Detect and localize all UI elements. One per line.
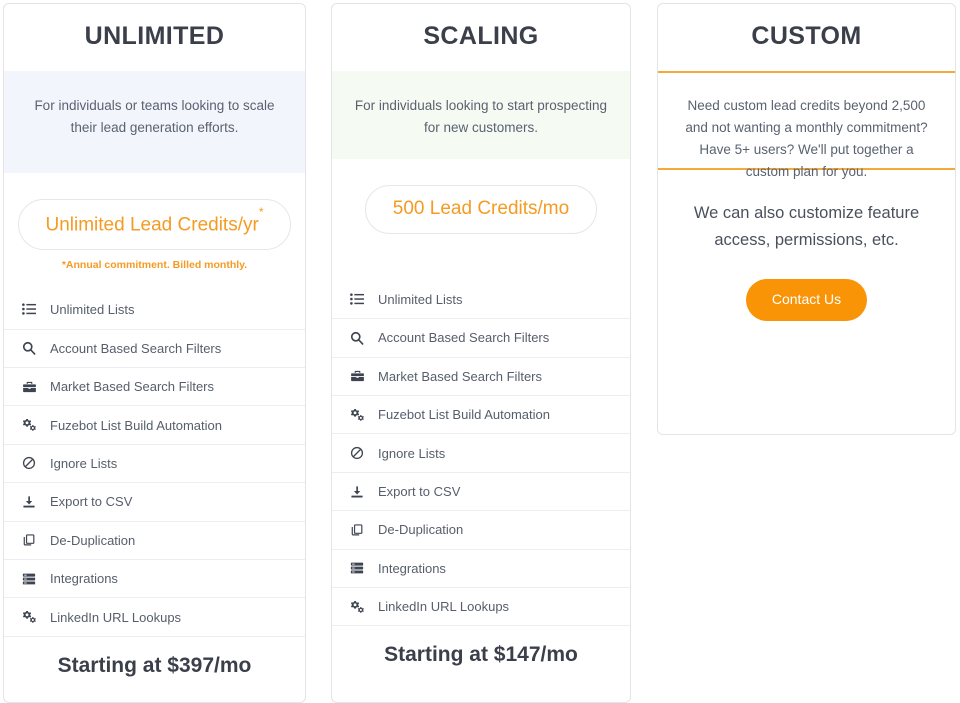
price-pill-unlimited: Unlimited Lead Credits/yr* xyxy=(17,199,292,251)
page-title-custom: CUSTOM xyxy=(751,22,862,50)
feature-row: Account Based Search Filters xyxy=(332,318,630,356)
feature-row: De-Duplication xyxy=(332,510,630,548)
copy-icon xyxy=(350,523,372,537)
plan-description-custom: Need custom lead credits beyond 2,500 an… xyxy=(658,73,955,179)
feature-label: LinkedIn URL Lookups xyxy=(50,609,182,625)
feature-label: Account Based Search Filters xyxy=(378,330,550,346)
feature-row: Export to CSV xyxy=(332,471,630,510)
cogs-icon xyxy=(350,408,372,422)
feature-label: Fuzebot List Build Automation xyxy=(50,417,222,433)
custom-body: We can also customize feature access, pe… xyxy=(658,170,955,253)
search-icon xyxy=(350,331,372,345)
briefcase-icon xyxy=(22,380,44,394)
price-pill-wrap: 500 Lead Credits/mo xyxy=(332,159,630,234)
feature-list-scaling: Unlimited Lists Account Based Search Filt… xyxy=(332,280,630,626)
price-pill-asterisk: * xyxy=(258,205,264,220)
feature-row: Account Based Search Filters xyxy=(4,328,305,367)
feature-label: Integrations xyxy=(50,571,118,587)
feature-label: Account Based Search Filters xyxy=(50,340,222,356)
contact-us-button[interactable]: Contact Us xyxy=(745,279,868,321)
feature-label: Fuzebot List Build Automation xyxy=(378,407,550,423)
feature-label: De-Duplication xyxy=(50,532,136,548)
page-title-scaling: SCALING xyxy=(423,22,539,50)
feature-label: Market Based Search Filters xyxy=(378,368,543,384)
feature-row: Integrations xyxy=(332,548,630,587)
copy-icon xyxy=(22,533,44,547)
footer-price-scaling: Starting at $147/mo xyxy=(332,625,630,691)
feature-label: Export to CSV xyxy=(378,484,461,500)
feature-label: Unlimited Lists xyxy=(50,301,135,317)
feature-label: Export to CSV xyxy=(50,494,133,510)
list-icon xyxy=(350,292,372,306)
pricing-card-unlimited: UNLIMITED For individuals or teams lookin… xyxy=(3,3,306,703)
list-icon xyxy=(22,302,44,316)
plan-description-scaling: For individuals looking to start prospec… xyxy=(332,71,630,159)
price-pill-scaling: 500 Lead Credits/mo xyxy=(364,185,598,234)
feature-row: Export to CSV xyxy=(4,482,305,520)
search-icon xyxy=(22,341,44,356)
feature-label: Ignore Lists xyxy=(378,445,446,461)
cogs-icon xyxy=(22,418,44,432)
ban-icon xyxy=(22,456,44,470)
contact-button-wrap: Contact Us xyxy=(658,253,955,321)
price-note-unlimited: *Annual commitment. Billed monthly. xyxy=(61,259,248,272)
briefcase-icon xyxy=(350,369,372,383)
feature-row: Fuzebot List Build Automation xyxy=(4,405,305,443)
feature-row: Ignore Lists xyxy=(332,433,630,471)
server-icon xyxy=(22,572,44,586)
footer-price-unlimited: Starting at $397/mo xyxy=(4,635,305,702)
feature-row: Ignore Lists xyxy=(4,443,305,482)
cogs-icon xyxy=(22,610,44,624)
feature-row: LinkedIn URL Lookups xyxy=(4,597,305,635)
feature-row: Integrations xyxy=(4,558,305,597)
feature-list-unlimited: Unlimited Lists Account Based Search Filt… xyxy=(4,290,305,636)
server-icon xyxy=(350,561,372,575)
feature-label: Market Based Search Filters xyxy=(50,379,215,395)
pricing-card-scaling: SCALING For individuals looking to start … xyxy=(331,3,631,703)
custom-note: We can also customize feature access, pe… xyxy=(693,204,920,249)
price-pill-wrap: Unlimited Lead Credits/yr* xyxy=(4,173,305,251)
ban-icon xyxy=(350,446,372,460)
page-title-unlimited: UNLIMITED xyxy=(84,22,225,50)
feature-label: Ignore Lists xyxy=(50,455,118,471)
feature-label: Unlimited Lists xyxy=(378,291,463,307)
feature-row: Market Based Search Filters xyxy=(332,356,630,395)
pricing-page: UNLIMITED For individuals or teams lookin… xyxy=(0,0,960,703)
download-icon xyxy=(22,495,44,509)
feature-row: Unlimited Lists xyxy=(332,280,630,318)
feature-row: Fuzebot List Build Automation xyxy=(332,395,630,433)
feature-row: De-Duplication xyxy=(4,520,305,559)
cogs-icon xyxy=(350,600,372,614)
feature-row: Market Based Search Filters xyxy=(4,367,305,405)
feature-label: Integrations xyxy=(378,560,446,576)
feature-label: LinkedIn URL Lookups xyxy=(378,599,510,615)
pricing-card-custom: CUSTOM Need custom lead credits beyond 2… xyxy=(657,3,956,435)
plan-description-unlimited: For individuals or teams looking to scal… xyxy=(4,71,305,173)
feature-row: LinkedIn URL Lookups xyxy=(332,587,630,625)
feature-row: Unlimited Lists xyxy=(4,290,305,328)
feature-label: De-Duplication xyxy=(378,522,464,538)
download-icon xyxy=(350,485,372,499)
